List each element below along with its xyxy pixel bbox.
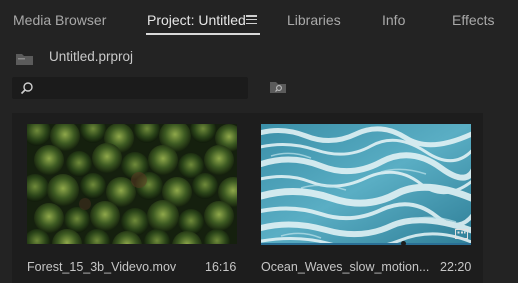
active-tab-indicator [146, 33, 260, 35]
project-header: Untitled.prproj [0, 40, 518, 72]
new-bin-search-icon[interactable] [269, 80, 287, 94]
clip-thumbnail-ocean[interactable] [261, 124, 471, 244]
search-box[interactable] [12, 77, 248, 99]
tab-project[interactable]: Project: Untitled [147, 12, 246, 28]
project-items-panel: Forest_15_3b_Videvo.mov 16:16 Ocean_Wave… [12, 113, 483, 283]
ocean-thumbnail-image [261, 124, 471, 244]
clip-name-forest[interactable]: Forest_15_3b_Videvo.mov [27, 260, 176, 274]
clip-duration-ocean: 22:20 [440, 260, 472, 274]
forest-thumbnail-image [27, 124, 237, 244]
clip-name-ocean[interactable]: Ocean_Waves_slow_motion... [261, 260, 429, 274]
panel-tab-bar: Media Browser Project: Untitled Librarie… [0, 0, 518, 38]
search-input[interactable] [40, 79, 240, 97]
tab-effects[interactable]: Effects [452, 12, 495, 28]
clip-thumbnail-forest[interactable] [27, 124, 237, 244]
panel-menu-icon[interactable] [246, 15, 257, 25]
playhead-bar[interactable] [261, 243, 471, 245]
video-badge-icon [455, 229, 468, 239]
tab-media-browser[interactable]: Media Browser [13, 12, 106, 28]
clip-duration-forest: 16:16 [205, 260, 237, 274]
search-icon [20, 82, 33, 95]
tab-info[interactable]: Info [382, 12, 405, 28]
project-file-name: Untitled.prproj [49, 49, 134, 64]
folder-icon [16, 54, 33, 65]
tab-libraries[interactable]: Libraries [287, 12, 341, 28]
playhead-marker[interactable] [401, 241, 406, 246]
